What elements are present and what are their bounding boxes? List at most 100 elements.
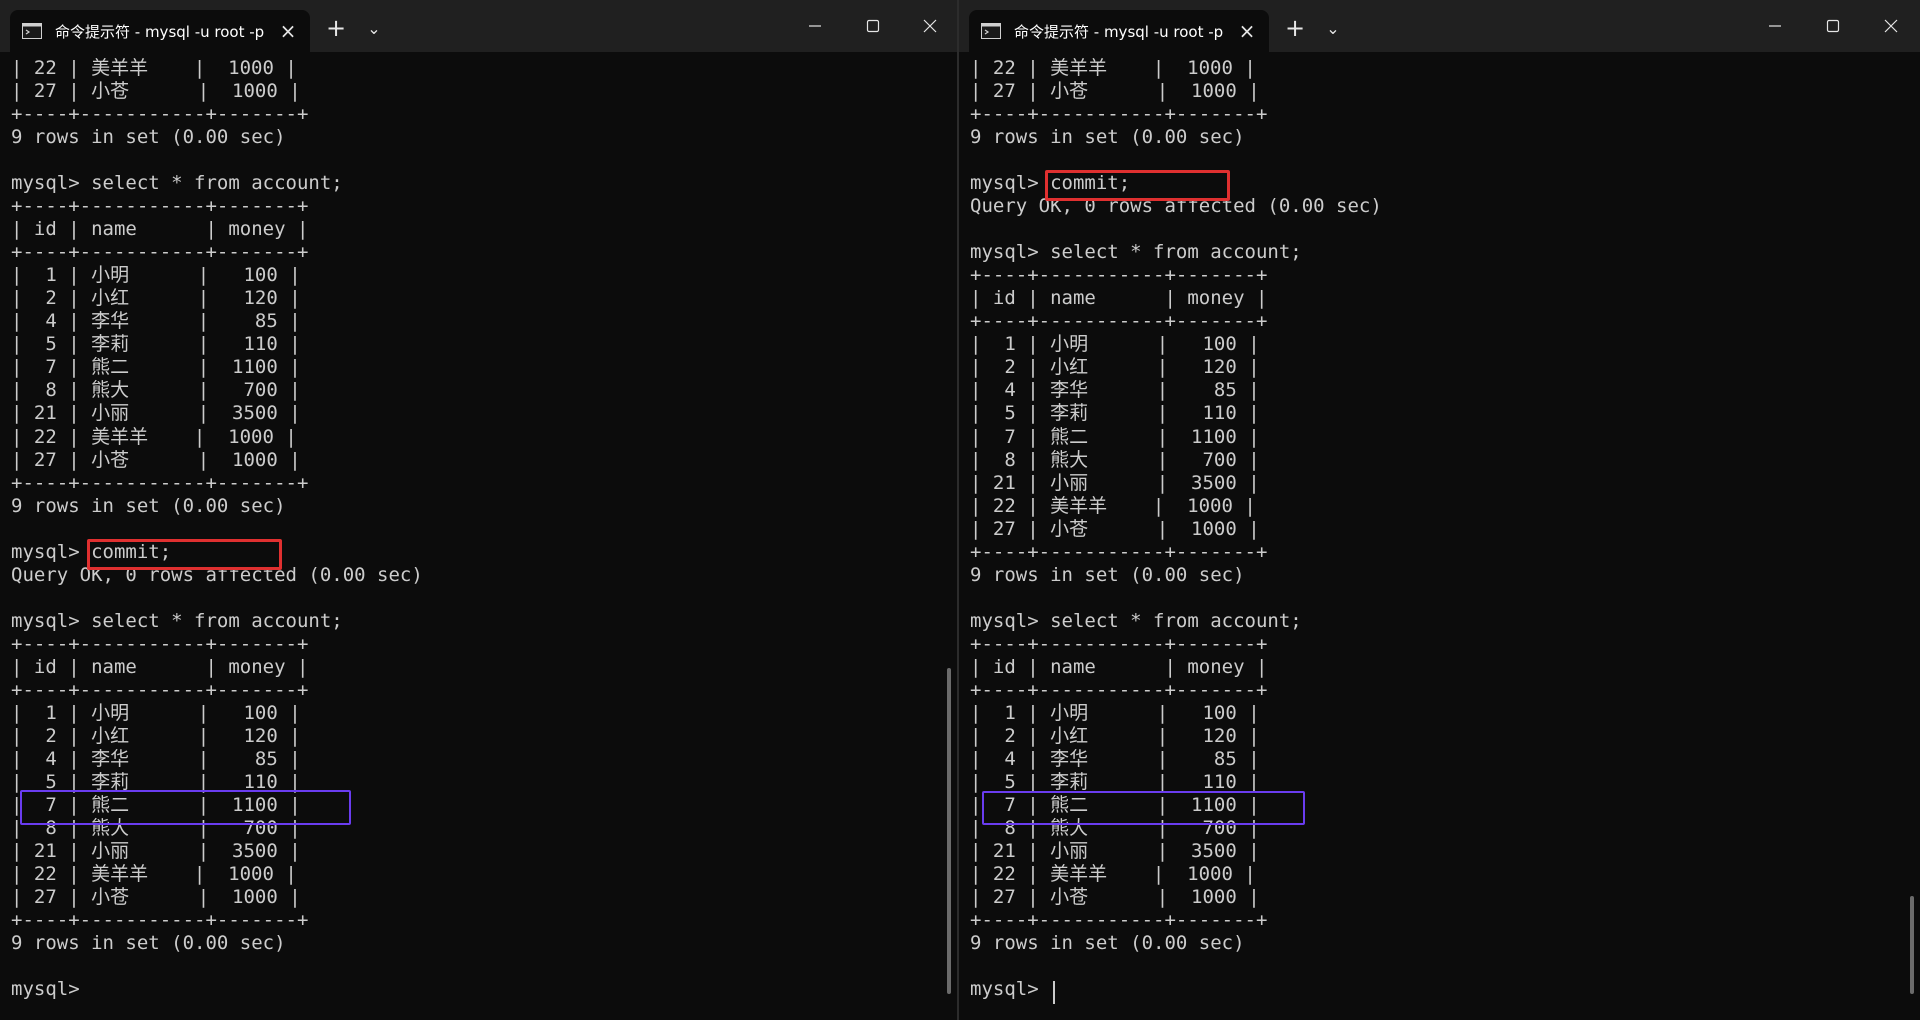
terminal-line: 9 rows in set (0.00 sec) [970, 932, 1245, 955]
command-prompt-icon [22, 23, 42, 39]
terminal-line: | 5 | 李莉 | 110 | [970, 402, 1260, 425]
terminal-line: +----+-----------+-------+ [970, 310, 1268, 333]
maximize-icon [866, 19, 880, 33]
commit-highlight-box [1045, 170, 1230, 201]
terminal-line: | 8 | 熊大 | 700 | [970, 448, 1260, 471]
terminal-line: +----+-----------+-------+ [970, 540, 1268, 563]
tab-dropdown-button[interactable]: ⌄ [358, 14, 390, 44]
terminal-tab[interactable]: 命令提示符 - mysql -u root -p × [10, 10, 310, 52]
terminal-line: | id | name | money | [11, 218, 309, 241]
minimize-button[interactable] [1746, 0, 1804, 52]
terminal-line: 9 rows in set (0.00 sec) [11, 494, 286, 517]
terminal-line: | id | name | money | [11, 655, 309, 678]
terminal-line: | 22 | 美羊羊 | 1000 | [11, 425, 297, 448]
terminal-line: | 21 | 小丽 | 3500 | [11, 402, 301, 425]
terminal-window-right: 命令提示符 - mysql -u root -p × + ⌄ | 22 | 美羊… [959, 0, 1920, 1020]
close-window-button[interactable] [1862, 0, 1920, 52]
terminal-line: | 21 | 小丽 | 3500 | [970, 840, 1260, 863]
minimize-button[interactable] [786, 0, 844, 52]
commit-highlight-box [87, 539, 282, 570]
terminal-line: mysql> [11, 978, 92, 1001]
close-icon [1884, 19, 1898, 33]
tab-close-icon[interactable]: × [1235, 19, 1259, 43]
row-highlight-box [20, 790, 351, 825]
terminal-line: | 4 | 李华 | 85 | [11, 310, 301, 333]
terminal-line: | 4 | 李华 | 85 | [970, 379, 1260, 402]
terminal-line: +----+-----------+-------+ [11, 471, 309, 494]
terminal-line: +----+-----------+-------+ [11, 678, 309, 701]
terminal-line: | 1 | 小明 | 100 | [970, 333, 1260, 356]
minimize-icon [809, 25, 821, 27]
terminal-line: | 27 | 小苍 | 1000 | [970, 80, 1260, 103]
text-cursor [1053, 981, 1055, 1004]
terminal-line: | 2 | 小红 | 120 | [970, 724, 1260, 747]
terminal-line: 9 rows in set (0.00 sec) [970, 126, 1245, 149]
minimize-icon [1769, 25, 1781, 27]
terminal-line: +----+-----------+-------+ [970, 678, 1268, 701]
row-highlight-box [982, 791, 1305, 825]
terminal-line: mysql> select * from account; [970, 609, 1302, 632]
terminal-line: | 1 | 小明 | 100 | [11, 701, 301, 724]
terminal-line: | id | name | money | [970, 287, 1268, 310]
terminal-line: mysql> [970, 978, 1051, 1001]
terminal-line: | 2 | 小红 | 120 | [11, 287, 301, 310]
maximize-button[interactable] [844, 0, 902, 52]
close-icon [923, 19, 937, 33]
desktop: 命令提示符 - mysql -u root -p × + ⌄ | 22 | 美羊… [0, 0, 1920, 1020]
terminal-line: +----+-----------+-------+ [11, 195, 309, 218]
terminal-line: +----+-----------+-------+ [970, 632, 1268, 655]
terminal-line: 9 rows in set (0.00 sec) [11, 932, 286, 955]
terminal-line: | 21 | 小丽 | 3500 | [11, 840, 301, 863]
terminal-line: | 22 | 美羊羊 | 1000 | [970, 863, 1256, 886]
terminal-tab[interactable]: 命令提示符 - mysql -u root -p × [969, 10, 1269, 52]
terminal-line: | 27 | 小苍 | 1000 | [970, 517, 1260, 540]
tab-dropdown-button[interactable]: ⌄ [1317, 14, 1349, 44]
terminal-line: | 5 | 李莉 | 110 | [11, 333, 301, 356]
tab-title: 命令提示符 - mysql -u root -p [1014, 23, 1224, 41]
terminal-line: | 22 | 美羊羊 | 1000 | [970, 494, 1256, 517]
terminal-line: 9 rows in set (0.00 sec) [11, 126, 286, 149]
terminal-line: mysql> select * from account; [970, 241, 1302, 264]
terminal-output[interactable]: | 22 | 美羊羊 | 1000 | | 27 | 小苍 | 1000 | +--… [11, 57, 927, 1001]
terminal-line: +----+-----------+-------+ [970, 264, 1268, 287]
scrollbar[interactable] [947, 668, 951, 994]
terminal-line: 9 rows in set (0.00 sec) [970, 563, 1245, 586]
tab-close-icon[interactable]: × [276, 19, 300, 43]
maximize-button[interactable] [1804, 0, 1862, 52]
terminal-line: | 2 | 小红 | 120 | [11, 724, 301, 747]
terminal-line: | 7 | 熊二 | 1100 | [970, 425, 1260, 448]
terminal-line: | 21 | 小丽 | 3500 | [970, 471, 1260, 494]
terminal-line: | 4 | 李华 | 85 | [11, 747, 301, 770]
maximize-icon [1826, 19, 1840, 33]
terminal-line: +----+-----------+-------+ [11, 103, 309, 126]
title-bar[interactable]: 命令提示符 - mysql -u root -p × + ⌄ [959, 0, 1920, 52]
terminal-line: | 22 | 美羊羊 | 1000 | [11, 863, 297, 886]
terminal-line: | 1 | 小明 | 100 | [970, 701, 1260, 724]
terminal-line: | 22 | 美羊羊 | 1000 | [970, 57, 1256, 79]
terminal-line: mysql> select * from account; [11, 609, 343, 632]
terminal-line: | 27 | 小苍 | 1000 | [970, 886, 1260, 909]
terminal-line: +----+-----------+-------+ [11, 909, 309, 932]
terminal-line: | 8 | 熊大 | 700 | [11, 379, 301, 402]
title-bar[interactable]: 命令提示符 - mysql -u root -p × + ⌄ [0, 0, 957, 52]
new-tab-button[interactable]: + [320, 14, 352, 44]
tab-title: 命令提示符 - mysql -u root -p [55, 23, 265, 41]
terminal-line: | id | name | money | [970, 655, 1268, 678]
terminal-line: | 27 | 小苍 | 1000 | [11, 886, 301, 909]
new-tab-button[interactable]: + [1279, 14, 1311, 44]
command-prompt-icon [981, 23, 1001, 39]
scrollbar[interactable] [1910, 896, 1914, 994]
terminal-line: | 2 | 小红 | 120 | [970, 356, 1260, 379]
close-window-button[interactable] [901, 0, 957, 52]
terminal-line: +----+-----------+-------+ [11, 241, 309, 264]
terminal-line: +----+-----------+-------+ [970, 103, 1268, 126]
terminal-line: | 27 | 小苍 | 1000 | [11, 448, 301, 471]
